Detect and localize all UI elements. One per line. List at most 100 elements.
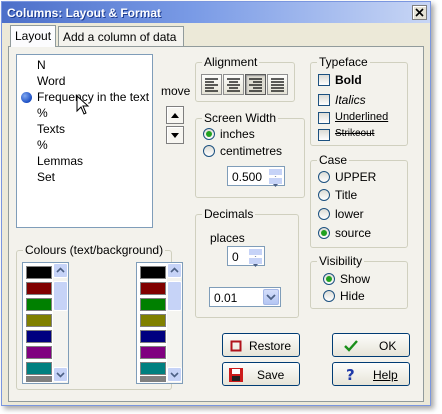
underlined-checkbox[interactable] bbox=[318, 112, 330, 124]
colour-swatch[interactable] bbox=[140, 376, 166, 382]
centimetres-label: centimetres bbox=[220, 144, 283, 158]
colour-swatch[interactable] bbox=[140, 314, 166, 327]
scroll-thumb[interactable] bbox=[53, 281, 68, 311]
underlined-label: Underlined bbox=[335, 111, 389, 123]
list-item-label: Word bbox=[37, 74, 66, 88]
case-title-radio[interactable] bbox=[318, 189, 330, 201]
align-justify-button[interactable] bbox=[267, 74, 288, 95]
checkmark-icon bbox=[344, 340, 358, 352]
text-colour-list[interactable] bbox=[22, 262, 69, 384]
colour-swatch[interactable] bbox=[140, 362, 166, 375]
inches-label: inches bbox=[220, 127, 255, 141]
case-lower-radio[interactable] bbox=[318, 208, 330, 220]
help-button[interactable]: ? Help bbox=[332, 362, 410, 386]
rounding-dropdown[interactable]: 0.01 bbox=[209, 287, 281, 307]
align-left-button[interactable] bbox=[201, 74, 222, 95]
centimetres-radio[interactable] bbox=[203, 145, 215, 157]
colour-swatch[interactable] bbox=[140, 346, 166, 359]
colour-swatch[interactable] bbox=[140, 298, 166, 311]
screen-width-value: 0.500 bbox=[232, 170, 263, 184]
colour-swatch[interactable] bbox=[140, 266, 166, 279]
case-source-radio[interactable] bbox=[318, 227, 330, 239]
scroll-down-button[interactable] bbox=[167, 367, 182, 382]
places-value: 0 bbox=[232, 250, 239, 264]
colour-swatch[interactable] bbox=[26, 282, 52, 295]
tab-layout[interactable]: Layout bbox=[10, 25, 56, 47]
restore-icon bbox=[230, 340, 242, 352]
screen-width-stepper[interactable]: 0.500 bbox=[227, 166, 285, 187]
scroll-down-button[interactable] bbox=[53, 367, 68, 382]
chevron-down-icon bbox=[56, 372, 65, 378]
triangle-down-icon bbox=[171, 133, 179, 138]
list-item-label: Texts bbox=[37, 122, 66, 136]
colour-swatch[interactable] bbox=[26, 330, 52, 343]
colour-swatch[interactable] bbox=[26, 346, 52, 359]
tab-add-column[interactable]: Add a column of data bbox=[58, 26, 184, 47]
stepper-down-button[interactable] bbox=[268, 177, 283, 187]
list-item[interactable]: Set bbox=[17, 169, 152, 185]
save-button[interactable]: Save bbox=[222, 362, 300, 386]
case-title-label: Title bbox=[335, 188, 358, 202]
list-item-label: Set bbox=[37, 170, 56, 184]
colour-swatch[interactable] bbox=[140, 330, 166, 343]
colour-swatch[interactable] bbox=[26, 266, 52, 279]
help-label: Help bbox=[373, 368, 398, 382]
colour-swatch[interactable] bbox=[26, 314, 52, 327]
list-item[interactable]: N bbox=[17, 57, 152, 73]
case-label: Case bbox=[317, 153, 350, 167]
dialog-window: Columns: Layout & Format Layout Add a co… bbox=[1, 1, 431, 406]
show-radio[interactable] bbox=[323, 273, 335, 285]
show-label: Show bbox=[340, 272, 371, 286]
columns-list[interactable]: N Word Frequency in the text % Texts % L… bbox=[16, 54, 153, 228]
dropdown-button[interactable] bbox=[263, 289, 279, 305]
inches-radio[interactable] bbox=[203, 128, 215, 140]
colour-list-scrollbar[interactable] bbox=[53, 263, 68, 383]
places-stepper[interactable]: 0 bbox=[227, 246, 265, 267]
case-source-label: source bbox=[335, 226, 372, 240]
list-item[interactable]: % bbox=[17, 137, 152, 153]
spin-down-icon bbox=[273, 184, 278, 187]
italics-checkbox[interactable] bbox=[318, 94, 330, 106]
visibility-label: Visibility bbox=[317, 254, 365, 268]
align-center-icon bbox=[227, 78, 240, 92]
colour-list-scrollbar[interactable] bbox=[167, 263, 182, 383]
selected-bullet-icon bbox=[21, 92, 32, 103]
colour-swatch[interactable] bbox=[140, 282, 166, 295]
strikeout-label: Strikeout bbox=[335, 128, 375, 139]
list-item[interactable]: Word bbox=[17, 73, 152, 89]
restore-button[interactable]: Restore bbox=[222, 333, 300, 357]
alignment-label: Alignment bbox=[202, 55, 260, 69]
list-item[interactable]: Lemmas bbox=[17, 153, 152, 169]
scroll-up-button[interactable] bbox=[53, 263, 68, 278]
case-upper-radio[interactable] bbox=[318, 171, 330, 183]
spin-down-icon bbox=[253, 264, 258, 267]
close-button[interactable] bbox=[412, 5, 427, 20]
scroll-up-button[interactable] bbox=[167, 263, 182, 278]
colour-swatch[interactable] bbox=[26, 376, 52, 382]
triangle-up-icon bbox=[171, 113, 179, 118]
align-right-button[interactable] bbox=[245, 74, 266, 95]
chevron-down-icon bbox=[170, 372, 179, 378]
strikeout-checkbox[interactable] bbox=[318, 129, 330, 141]
scroll-thumb[interactable] bbox=[167, 281, 182, 311]
list-item-label: % bbox=[37, 138, 48, 152]
background-colour-list[interactable] bbox=[136, 262, 183, 384]
list-item-label: Frequency in the text bbox=[37, 90, 150, 104]
title-bar[interactable]: Columns: Layout & Format bbox=[2, 2, 430, 23]
stepper-up-button[interactable] bbox=[268, 168, 283, 179]
align-center-button[interactable] bbox=[223, 74, 244, 95]
list-item[interactable]: Texts bbox=[17, 121, 152, 137]
move-down-button[interactable] bbox=[166, 126, 184, 144]
colour-swatch[interactable] bbox=[26, 362, 52, 375]
stepper-up-button[interactable] bbox=[248, 248, 263, 259]
colours-label: Colours (text/background) bbox=[23, 243, 166, 257]
bold-checkbox[interactable] bbox=[318, 74, 330, 86]
move-up-button[interactable] bbox=[166, 106, 184, 124]
ok-button[interactable]: OK bbox=[332, 333, 410, 357]
list-item-label: % bbox=[37, 106, 48, 120]
hide-radio[interactable] bbox=[323, 290, 335, 302]
colour-swatch[interactable] bbox=[26, 298, 52, 311]
move-label: move bbox=[161, 84, 191, 98]
list-item-label: Lemmas bbox=[37, 154, 84, 168]
stepper-down-button[interactable] bbox=[248, 257, 263, 267]
